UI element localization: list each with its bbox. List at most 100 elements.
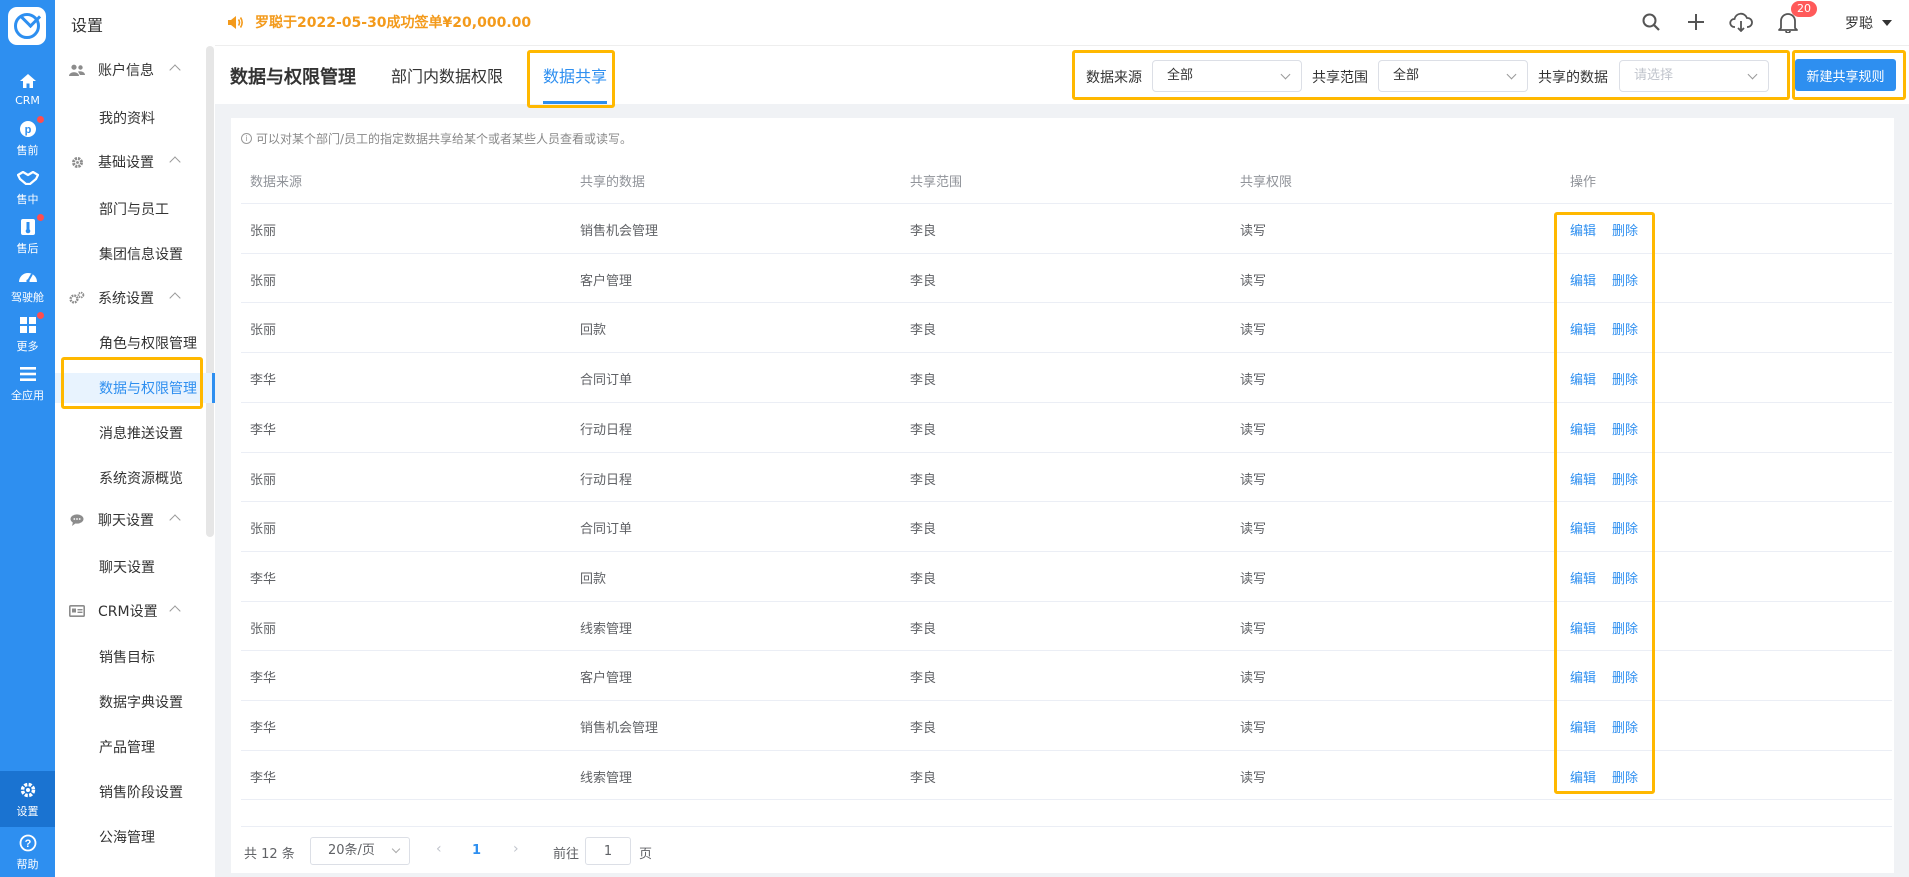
- hint-message: 可以对某个部门/员工的指定数据共享给某个或者某些人员查看或读写。: [256, 132, 633, 146]
- filter-scope-value: 全部: [1393, 68, 1420, 83]
- rail-item-label: 售中: [16, 192, 39, 206]
- sidebar-item-departments[interactable]: 部门与员工: [55, 194, 215, 224]
- rail-item-aftersale[interactable]: 售后: [0, 208, 55, 264]
- next-page-icon[interactable]: ›: [513, 841, 519, 857]
- cell-source: 张丽: [250, 273, 277, 289]
- sidebar-group-chat[interactable]: 聊天设置: [55, 505, 215, 535]
- cell-scope: 李良: [910, 422, 937, 438]
- cell-source: 李华: [250, 671, 277, 687]
- tab-data-sharing[interactable]: 数据共享: [543, 63, 607, 87]
- sidebar-item-my-profile[interactable]: 我的资料: [55, 103, 215, 133]
- delete-link[interactable]: 删除: [1612, 469, 1638, 488]
- cell-scope: 李良: [910, 770, 937, 786]
- column-header-scope: 共享范围: [910, 175, 963, 190]
- cell-shared-data: 线索管理: [580, 621, 633, 637]
- delete-link[interactable]: 删除: [1612, 419, 1638, 438]
- user-menu[interactable]: 罗聪: [1845, 13, 1892, 33]
- sidebar-item-roles[interactable]: 角色与权限管理: [55, 328, 215, 358]
- edit-link[interactable]: 编辑: [1570, 568, 1596, 587]
- sidebar-item-sales-target[interactable]: 销售目标: [55, 642, 215, 672]
- cell-permission: 读写: [1240, 373, 1267, 389]
- sidebar-item-push-settings[interactable]: 消息推送设置: [55, 418, 215, 448]
- filter-label-scope: 共享范围: [1312, 70, 1368, 86]
- rail-item-more[interactable]: 更多: [0, 306, 55, 362]
- delete-link[interactable]: 删除: [1612, 369, 1638, 388]
- chevron-up-icon: [169, 156, 181, 168]
- goto-page-input[interactable]: [585, 837, 631, 865]
- edit-link[interactable]: 编辑: [1570, 518, 1596, 537]
- delete-link[interactable]: 删除: [1612, 667, 1638, 686]
- delete-link[interactable]: 删除: [1612, 518, 1638, 537]
- sidebar-group-label: 账户信息: [98, 63, 154, 79]
- cloud-download-icon[interactable]: [1729, 10, 1753, 34]
- edit-link[interactable]: 编辑: [1570, 618, 1596, 637]
- row-divider: [241, 750, 1892, 751]
- rail-item-crm[interactable]: CRM: [0, 61, 55, 117]
- chevron-up-icon: [169, 514, 181, 526]
- edit-link[interactable]: 编辑: [1570, 767, 1596, 786]
- sidebar-group-account[interactable]: 账户信息: [55, 55, 215, 85]
- rail-item-insale[interactable]: 售中: [0, 159, 55, 215]
- filter-source-select[interactable]: 全部: [1152, 60, 1302, 92]
- sidebar-group-crm[interactable]: CRM设置: [55, 596, 215, 626]
- page-header: 数据与权限管理 部门内数据权限 数据共享 数据来源 全部 共享范围 全部 共享的…: [215, 46, 1909, 104]
- edit-link[interactable]: 编辑: [1570, 469, 1596, 488]
- sidebar-item-data-permissions[interactable]: 数据与权限管理: [55, 373, 215, 403]
- edit-link[interactable]: 编辑: [1570, 667, 1596, 686]
- cell-permission: 读写: [1240, 323, 1267, 339]
- dashboard-icon: [17, 266, 39, 286]
- sidebar-item-data-dictionary[interactable]: 数据字典设置: [55, 687, 215, 717]
- add-icon[interactable]: [1684, 10, 1708, 34]
- sidebar-item-group-info[interactable]: 集团信息设置: [55, 239, 215, 269]
- cell-scope: 李良: [910, 224, 937, 239]
- settings-sidebar: 设置 账户信息 我的资料 基础设置 部门与员工 集团信息设置 系统设置 角色与权…: [55, 0, 215, 877]
- rail-item-all-apps[interactable]: 全应用: [0, 355, 55, 411]
- rail-item-settings[interactable]: 设置: [0, 771, 55, 827]
- new-share-rule-button[interactable]: 新建共享规则: [1795, 59, 1896, 91]
- row-divider: [241, 601, 1892, 602]
- edit-link[interactable]: 编辑: [1570, 220, 1596, 239]
- delete-link[interactable]: 删除: [1612, 767, 1638, 786]
- delete-link[interactable]: 删除: [1612, 319, 1638, 338]
- thermometer-icon: [17, 213, 44, 237]
- delete-link[interactable]: 删除: [1612, 717, 1638, 736]
- table-footer-divider: [241, 826, 1892, 827]
- sidebar-group-label: 聊天设置: [98, 513, 154, 529]
- sidebar-item-sales-stages[interactable]: 销售阶段设置: [55, 777, 215, 807]
- filter-shared-data-select[interactable]: 请选择: [1619, 60, 1769, 92]
- filter-source-value: 全部: [1167, 68, 1194, 83]
- cell-shared-data: 销售机会管理: [580, 224, 659, 239]
- delete-link[interactable]: 删除: [1612, 618, 1638, 637]
- edit-link[interactable]: 编辑: [1570, 717, 1596, 736]
- sidebar-group-system[interactable]: 系统设置: [55, 283, 215, 313]
- edit-link[interactable]: 编辑: [1570, 319, 1596, 338]
- rail-item-cockpit[interactable]: 驾驶舱: [0, 257, 55, 313]
- sidebar-item-public-pool[interactable]: 公海管理: [55, 822, 215, 852]
- rail-item-presale[interactable]: p 售前: [0, 110, 55, 166]
- user-name: 罗聪: [1845, 16, 1873, 32]
- sidebar-item-chat-settings[interactable]: 聊天设置: [55, 552, 215, 582]
- sales-notice[interactable]: 罗聪于2022-05-30成功签单¥20,000.00: [227, 12, 531, 32]
- delete-link[interactable]: 删除: [1612, 220, 1638, 239]
- handshake-icon: [16, 168, 39, 188]
- rail-item-help[interactable]: ? 帮助: [0, 827, 55, 877]
- page-size-select[interactable]: 20条/页: [310, 837, 410, 865]
- page-number-1[interactable]: 1: [472, 843, 481, 858]
- edit-link[interactable]: 编辑: [1570, 369, 1596, 388]
- edit-link[interactable]: 编辑: [1570, 270, 1596, 289]
- cell-source: 李华: [250, 770, 277, 786]
- cell-permission: 读写: [1240, 721, 1267, 736]
- delete-link[interactable]: 删除: [1612, 270, 1638, 289]
- app-logo[interactable]: [8, 7, 46, 45]
- filter-scope-select[interactable]: 全部: [1378, 60, 1528, 92]
- tab-dept-data-permissions[interactable]: 部门内数据权限: [391, 63, 503, 87]
- delete-link[interactable]: 删除: [1612, 568, 1638, 587]
- sidebar-group-basic[interactable]: 基础设置: [55, 147, 215, 177]
- column-header-actions: 操作: [1570, 175, 1597, 190]
- edit-link[interactable]: 编辑: [1570, 419, 1596, 438]
- search-icon[interactable]: [1639, 10, 1663, 34]
- prev-page-icon[interactable]: ‹: [436, 841, 442, 857]
- sidebar-item-resources[interactable]: 系统资源概览: [55, 463, 215, 493]
- cell-shared-data: 回款: [580, 323, 607, 339]
- sidebar-item-products[interactable]: 产品管理: [55, 732, 215, 762]
